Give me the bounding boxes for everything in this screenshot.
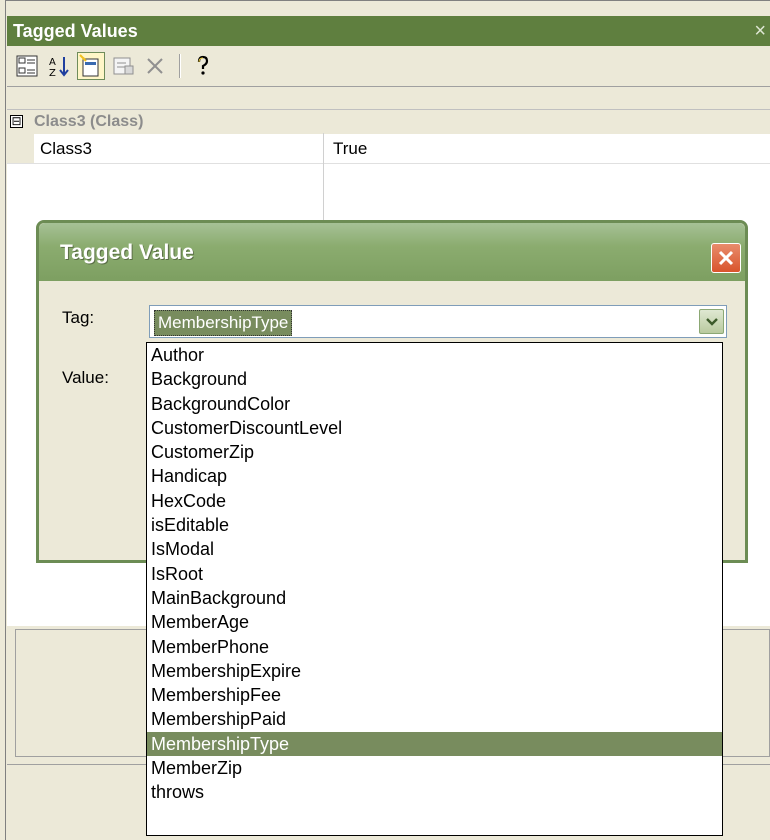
dialog-titlebar: Tagged Value — [39, 223, 745, 281]
dropdown-option[interactable]: MembershipExpire — [147, 659, 722, 683]
dialog-close-icon[interactable] — [711, 243, 741, 273]
dropdown-option[interactable]: Handicap — [147, 464, 722, 488]
column-divider — [323, 133, 324, 223]
dropdown-option[interactable]: MembershipType — [147, 731, 722, 757]
toolbar-separator — [179, 54, 181, 78]
tag-label: Tag: — [62, 308, 95, 327]
categorized-icon[interactable] — [13, 52, 41, 80]
panel-titlebar: Tagged Values × — [7, 16, 770, 46]
svg-text:A: A — [49, 57, 56, 68]
dropdown-option[interactable]: BackgroundColor — [147, 392, 722, 416]
properties-icon[interactable] — [109, 52, 137, 80]
delete-icon[interactable] — [141, 52, 169, 80]
property-row[interactable]: Class3 True — [7, 133, 770, 164]
dropdown-option[interactable]: MembershipFee — [147, 683, 722, 707]
collapse-icon[interactable]: ⊟ — [10, 115, 23, 128]
sort-alpha-icon[interactable]: AZ — [45, 52, 73, 80]
tag-dropdown-list[interactable]: Author Background BackgroundColor CustomerD… — [146, 342, 723, 836]
row-gutter — [7, 133, 34, 163]
new-tag-icon[interactable] — [77, 52, 105, 80]
tag-combobox-value: MembershipType — [154, 310, 293, 336]
dialog-title: Tagged Value — [60, 241, 194, 264]
value-label: Value: — [62, 368, 109, 387]
chevron-down-icon[interactable] — [699, 309, 724, 334]
dropdown-option[interactable]: CustomerDiscountLevel — [147, 416, 722, 440]
dropdown-option[interactable]: IsRoot — [147, 562, 722, 586]
grid-header-strip — [7, 87, 770, 109]
tag-combobox[interactable]: MembershipType — [149, 305, 727, 338]
group-label: Class3 (Class) — [34, 113, 144, 130]
dropdown-option[interactable]: CustomerZip — [147, 440, 722, 464]
svg-text:Z: Z — [49, 68, 56, 78]
dropdown-option[interactable]: MemberAge — [147, 610, 722, 634]
property-value[interactable]: True — [333, 139, 367, 159]
dropdown-option[interactable]: Author — [147, 343, 722, 367]
toolbar: AZ — [7, 46, 770, 86]
dropdown-option[interactable]: MembershipPaid — [147, 707, 722, 731]
dropdown-option[interactable]: isEditable — [147, 513, 722, 537]
dropdown-option[interactable]: throws — [147, 780, 722, 804]
dropdown-option[interactable]: IsModal — [147, 537, 722, 561]
group-row-class3[interactable]: ⊟ Class3 (Class) — [7, 109, 770, 134]
panel-close-icon[interactable]: × — [754, 16, 766, 46]
dropdown-option[interactable]: Background — [147, 367, 722, 391]
panel-title: Tagged Values — [13, 21, 138, 41]
dropdown-option[interactable]: MemberZip — [147, 756, 722, 780]
dropdown-option[interactable]: MainBackground — [147, 586, 722, 610]
help-icon[interactable] — [189, 52, 217, 80]
property-name: Class3 — [40, 139, 92, 158]
dropdown-option[interactable]: HexCode — [147, 489, 722, 513]
dropdown-option[interactable]: MemberPhone — [147, 635, 722, 659]
